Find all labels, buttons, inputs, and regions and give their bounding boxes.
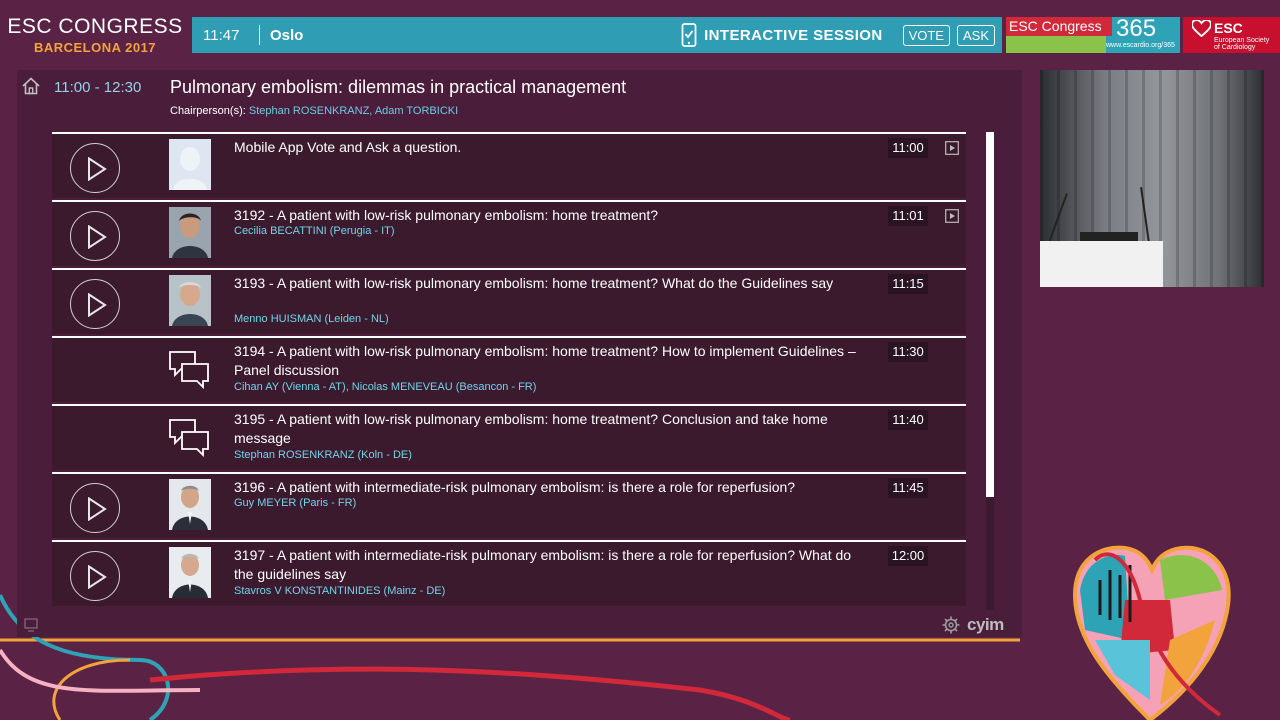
session-panel: 11:00 - 12:30 Pulmonary embolism: dilemm… xyxy=(17,70,1022,637)
talk-time: 11:15 xyxy=(888,274,928,294)
speaker-name[interactable]: Cecilia BECATTINI (Perugia - IT) xyxy=(234,225,395,237)
talk-title: 3194 - A patient with low-risk pulmonary… xyxy=(234,343,856,378)
esc-name: ESC xyxy=(1214,20,1243,36)
play-button[interactable] xyxy=(70,279,120,329)
divider xyxy=(259,25,260,45)
talk-time: 11:01 xyxy=(888,206,928,226)
session-time-range: 11:00 - 12:30 xyxy=(54,79,142,96)
screen-icon[interactable] xyxy=(24,618,38,632)
talk-row[interactable]: 3197 - A patient with intermediate-risk … xyxy=(52,540,966,606)
speaker-name[interactable]: Guy MEYER (Paris - FR) xyxy=(234,497,356,509)
talk-title: Mobile App Vote and Ask a question. xyxy=(234,139,462,155)
smartphone-icon xyxy=(681,23,697,47)
heart-icon xyxy=(1192,20,1211,37)
gear-icon[interactable] xyxy=(942,616,960,634)
play-icon xyxy=(88,293,107,317)
talk-title: 3193 - A patient with low-risk pulmonary… xyxy=(234,275,834,291)
brand-subtitle: BARCELONA 2017 xyxy=(33,40,157,55)
talk-time: 11:40 xyxy=(888,410,928,430)
esc-logo: ESC European Society of Cardiology xyxy=(1183,17,1280,53)
congress365-url: www.escardio.org/365 xyxy=(1106,42,1175,49)
talk-row[interactable]: 3194 - A patient with low-risk pulmonary… xyxy=(52,336,966,402)
talk-time: 11:30 xyxy=(888,342,928,362)
speaker-name[interactable]: Menno HUISMAN (Leiden - NL) xyxy=(234,313,389,325)
talk-row[interactable]: 3196 - A patient with intermediate-risk … xyxy=(52,472,966,538)
vote-button[interactable]: VOTE xyxy=(902,24,950,46)
chairpersons: Chairperson(s): Stephan ROSENKRANZ, Adam… xyxy=(170,105,458,117)
talk-title: 3196 - A patient with intermediate-risk … xyxy=(234,479,796,495)
ask-button[interactable]: ASK xyxy=(956,24,995,46)
play-button[interactable] xyxy=(70,483,120,533)
esc-sub-line2: of Cardiology xyxy=(1214,44,1256,51)
speaker-photo xyxy=(169,479,211,530)
play-icon xyxy=(88,565,107,589)
logo-green-band xyxy=(1006,36,1106,53)
speaker-photo xyxy=(169,547,211,598)
cyim-logo: cyim xyxy=(967,615,1004,634)
congress365-number: 365 xyxy=(1116,15,1157,42)
esc-subtitle: European Society of Cardiology xyxy=(1214,37,1269,51)
slides-icon[interactable] xyxy=(945,209,959,223)
speaker-photo xyxy=(169,207,211,258)
esc-sub-line1: European Society xyxy=(1214,37,1270,44)
brand-title: ESC CONGRESS xyxy=(7,15,183,38)
talk-row[interactable]: Mobile App Vote and Ask a question. 11:0… xyxy=(52,132,966,198)
play-icon xyxy=(88,497,107,521)
play-icon xyxy=(88,225,107,249)
talk-title: 3195 - A patient with low-risk pulmonary… xyxy=(234,411,828,446)
interactive-session-label: INTERACTIVE SESSION xyxy=(704,26,883,44)
congress365-text: ESC Congress xyxy=(1006,17,1112,36)
speaker-photo xyxy=(169,275,211,326)
play-button[interactable] xyxy=(70,143,120,193)
speaker-name[interactable]: Stavros V KONSTANTINIDES (Mainz - DE) xyxy=(234,585,445,597)
talk-time: 11:00 xyxy=(888,138,928,158)
talk-row[interactable]: 3195 - A patient with low-risk pulmonary… xyxy=(52,404,966,470)
podium xyxy=(1040,241,1163,287)
scrollbar-thumb[interactable] xyxy=(986,132,994,497)
live-video[interactable] xyxy=(1040,70,1264,287)
current-time: 11:47 xyxy=(203,26,240,44)
congress365-logo[interactable]: ESC Congress 365 www.escardio.org/365 xyxy=(1006,15,1180,53)
chat-bubbles-icon xyxy=(169,419,209,458)
talk-time: 12:00 xyxy=(888,546,928,566)
home-icon[interactable] xyxy=(22,77,40,95)
room-name: Oslo xyxy=(270,26,304,44)
session-title: Pulmonary embolism: dilemmas in practica… xyxy=(170,77,627,97)
talk-row[interactable]: 3192 - A patient with low-risk pulmonary… xyxy=(52,200,966,266)
talk-title: 3197 - A patient with intermediate-risk … xyxy=(234,547,852,582)
talk-title: 3192 - A patient with low-risk pulmonary… xyxy=(234,207,659,223)
chair-label: Chairperson(s): xyxy=(170,105,246,117)
play-icon xyxy=(88,157,107,181)
speaker-name[interactable]: Stephan ROSENKRANZ (Koln - DE) xyxy=(234,449,412,461)
list-scrollbar[interactable] xyxy=(986,132,994,610)
talk-list: Mobile App Vote and Ask a question. 11:0… xyxy=(52,132,966,608)
talk-time: 11:45 xyxy=(888,478,928,498)
congress-brand: ESC CONGRESS BARCELONA 2017 xyxy=(0,0,190,60)
play-button[interactable] xyxy=(70,211,120,261)
chair-names[interactable]: Stephan ROSENKRANZ, Adam TORBICKI xyxy=(249,105,458,117)
speaker-name[interactable]: Cihan AY (Vienna - AT), Nicolas MENEVEAU… xyxy=(234,381,536,393)
play-button[interactable] xyxy=(70,551,120,601)
info-bar: 11:47 Oslo INTERACTIVE SESSION VOTE ASK xyxy=(192,17,1002,53)
avatar xyxy=(169,139,211,190)
talk-row[interactable]: 3193 - A patient with low-risk pulmonary… xyxy=(52,268,966,334)
slides-icon[interactable] xyxy=(945,141,959,155)
chat-bubbles-icon xyxy=(169,351,209,390)
